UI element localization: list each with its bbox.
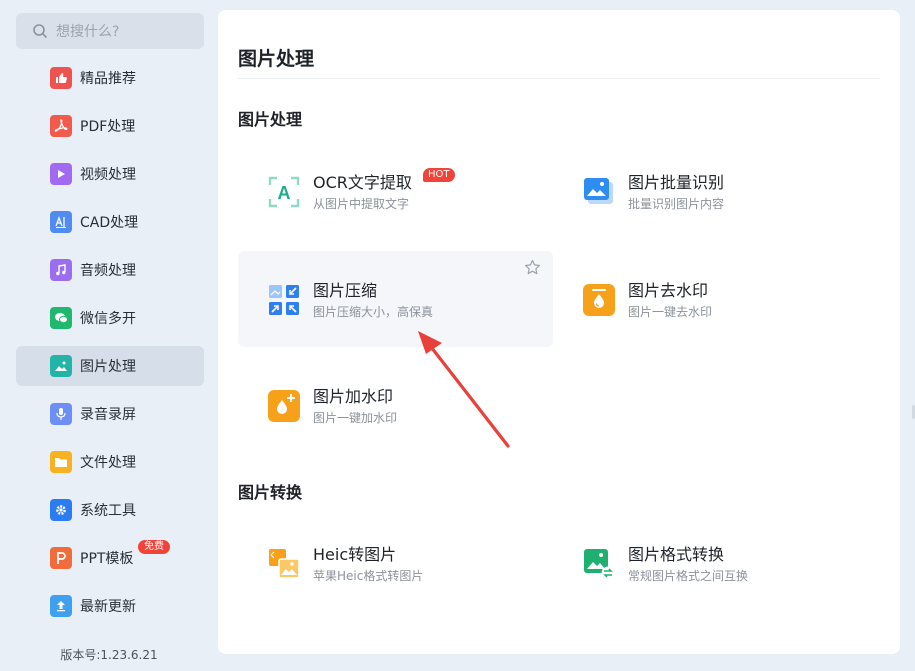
sidebar-item-image[interactable]: 图片处理 [16, 346, 204, 386]
music-icon [50, 259, 72, 281]
tool-compress[interactable]: 图片压缩 图片压缩大小，高保真 [238, 251, 553, 347]
compress-icon [268, 284, 300, 316]
sidebar-item-wechat[interactable]: 微信多开 [16, 298, 204, 338]
tool-add-watermark[interactable]: 图片加水印 图片一键加水印 [238, 357, 553, 453]
format-convert-icon [583, 548, 615, 580]
remove-watermark-icon [583, 284, 615, 316]
tool-name: 图片加水印 [313, 387, 394, 406]
sidebar-item-latest[interactable]: 最新更新 [16, 586, 204, 626]
tool-format-convert[interactable]: 图片格式转换 常规图片格式之间互换 [553, 515, 868, 611]
sidebar-item-label: 视频处理 [80, 167, 136, 183]
tool-desc: 苹果Heic格式转图片 [313, 569, 424, 583]
gear-icon [50, 499, 72, 521]
upload-icon [50, 595, 72, 617]
sidebar-item-label: 系统工具 [80, 503, 136, 519]
sidebar-item-recording[interactable]: 录音录屏 [16, 394, 204, 434]
tool-name: 图片批量识别 [628, 173, 725, 192]
sidebar-item-label: 微信多开 [80, 311, 136, 327]
tool-ocr[interactable]: A OCR文字提取 HOT 从图片中提取文字 [238, 143, 553, 239]
sidebar-item-system-tools[interactable]: 系统工具 [16, 490, 204, 530]
search-icon [33, 24, 47, 38]
sidebar-item-label: PPT模板 [80, 551, 134, 567]
star-icon[interactable] [524, 259, 541, 276]
sidebar-item-label: 音频处理 [80, 263, 136, 279]
image-icon [50, 355, 72, 377]
tool-desc: 图片压缩大小，高保真 [313, 305, 434, 319]
tool-desc: 图片一键加水印 [313, 411, 398, 425]
tool-desc: 图片一键去水印 [628, 305, 713, 319]
section-title: 图片转换 [238, 483, 303, 502]
search-placeholder: 想搜什么? [56, 24, 120, 40]
sidebar: 想搜什么? 精品推荐 PDF处理 视频处理 CAD处理 音频处理 微信多开 图片… [0, 0, 218, 671]
main-panel: 图片处理 图片处理 A OCR文字提取 HOT 从图片中提取文字 图片批量识别 … [218, 10, 900, 654]
heic-convert-icon [268, 548, 300, 580]
sidebar-item-featured[interactable]: 精品推荐 [16, 58, 204, 98]
sidebar-item-label: 录音录屏 [80, 407, 136, 423]
sidebar-item-label: 图片处理 [80, 359, 136, 375]
sidebar-item-label: 精品推荐 [80, 71, 136, 87]
tool-name: 图片去水印 [628, 281, 709, 300]
ppt-icon [50, 547, 72, 569]
tool-desc: 常规图片格式之间互换 [628, 569, 749, 583]
search-input[interactable]: 想搜什么? [16, 13, 204, 49]
batch-image-icon [583, 176, 615, 208]
svg-text:A: A [278, 183, 291, 203]
sidebar-item-video[interactable]: 视频处理 [16, 154, 204, 194]
sidebar-item-label: 最新更新 [80, 599, 136, 615]
sidebar-item-label: PDF处理 [80, 119, 136, 135]
sidebar-item-label: 文件处理 [80, 455, 136, 471]
tool-name: Heic转图片 [313, 545, 397, 564]
wechat-icon [50, 307, 72, 329]
divider [238, 78, 880, 79]
tool-desc: 从图片中提取文字 [313, 197, 410, 211]
add-watermark-icon [268, 390, 300, 422]
tool-name: OCR文字提取 [313, 173, 412, 192]
sidebar-item-pdf[interactable]: PDF处理 [16, 106, 204, 146]
sidebar-item-audio[interactable]: 音频处理 [16, 250, 204, 290]
free-badge: 免费 [138, 540, 170, 554]
ocr-icon: A [268, 176, 300, 208]
sidebar-item-cad[interactable]: CAD处理 [16, 202, 204, 242]
thumbs-up-icon [50, 67, 72, 89]
folder-icon [50, 451, 72, 473]
microphone-icon [50, 403, 72, 425]
sidebar-item-label: CAD处理 [80, 215, 139, 231]
sidebar-item-ppt[interactable]: PPT模板 免费 [16, 538, 204, 578]
version-label: 版本号:1.23.6.21 [60, 648, 158, 662]
tool-desc: 批量识别图片内容 [628, 197, 725, 211]
page-title: 图片处理 [238, 48, 315, 70]
cad-icon [50, 211, 72, 233]
pdf-icon [50, 115, 72, 137]
hot-badge: HOT [423, 168, 455, 182]
section-title: 图片处理 [238, 110, 303, 129]
tool-batch-recognition[interactable]: 图片批量识别 批量识别图片内容 [553, 143, 868, 239]
tool-heic-convert[interactable]: Heic转图片 苹果Heic格式转图片 [238, 515, 553, 611]
play-icon [50, 163, 72, 185]
tool-name: 图片压缩 [313, 281, 378, 300]
sidebar-item-file[interactable]: 文件处理 [16, 442, 204, 482]
tool-remove-watermark[interactable]: 图片去水印 图片一键去水印 [553, 251, 868, 347]
tool-name: 图片格式转换 [628, 545, 725, 564]
